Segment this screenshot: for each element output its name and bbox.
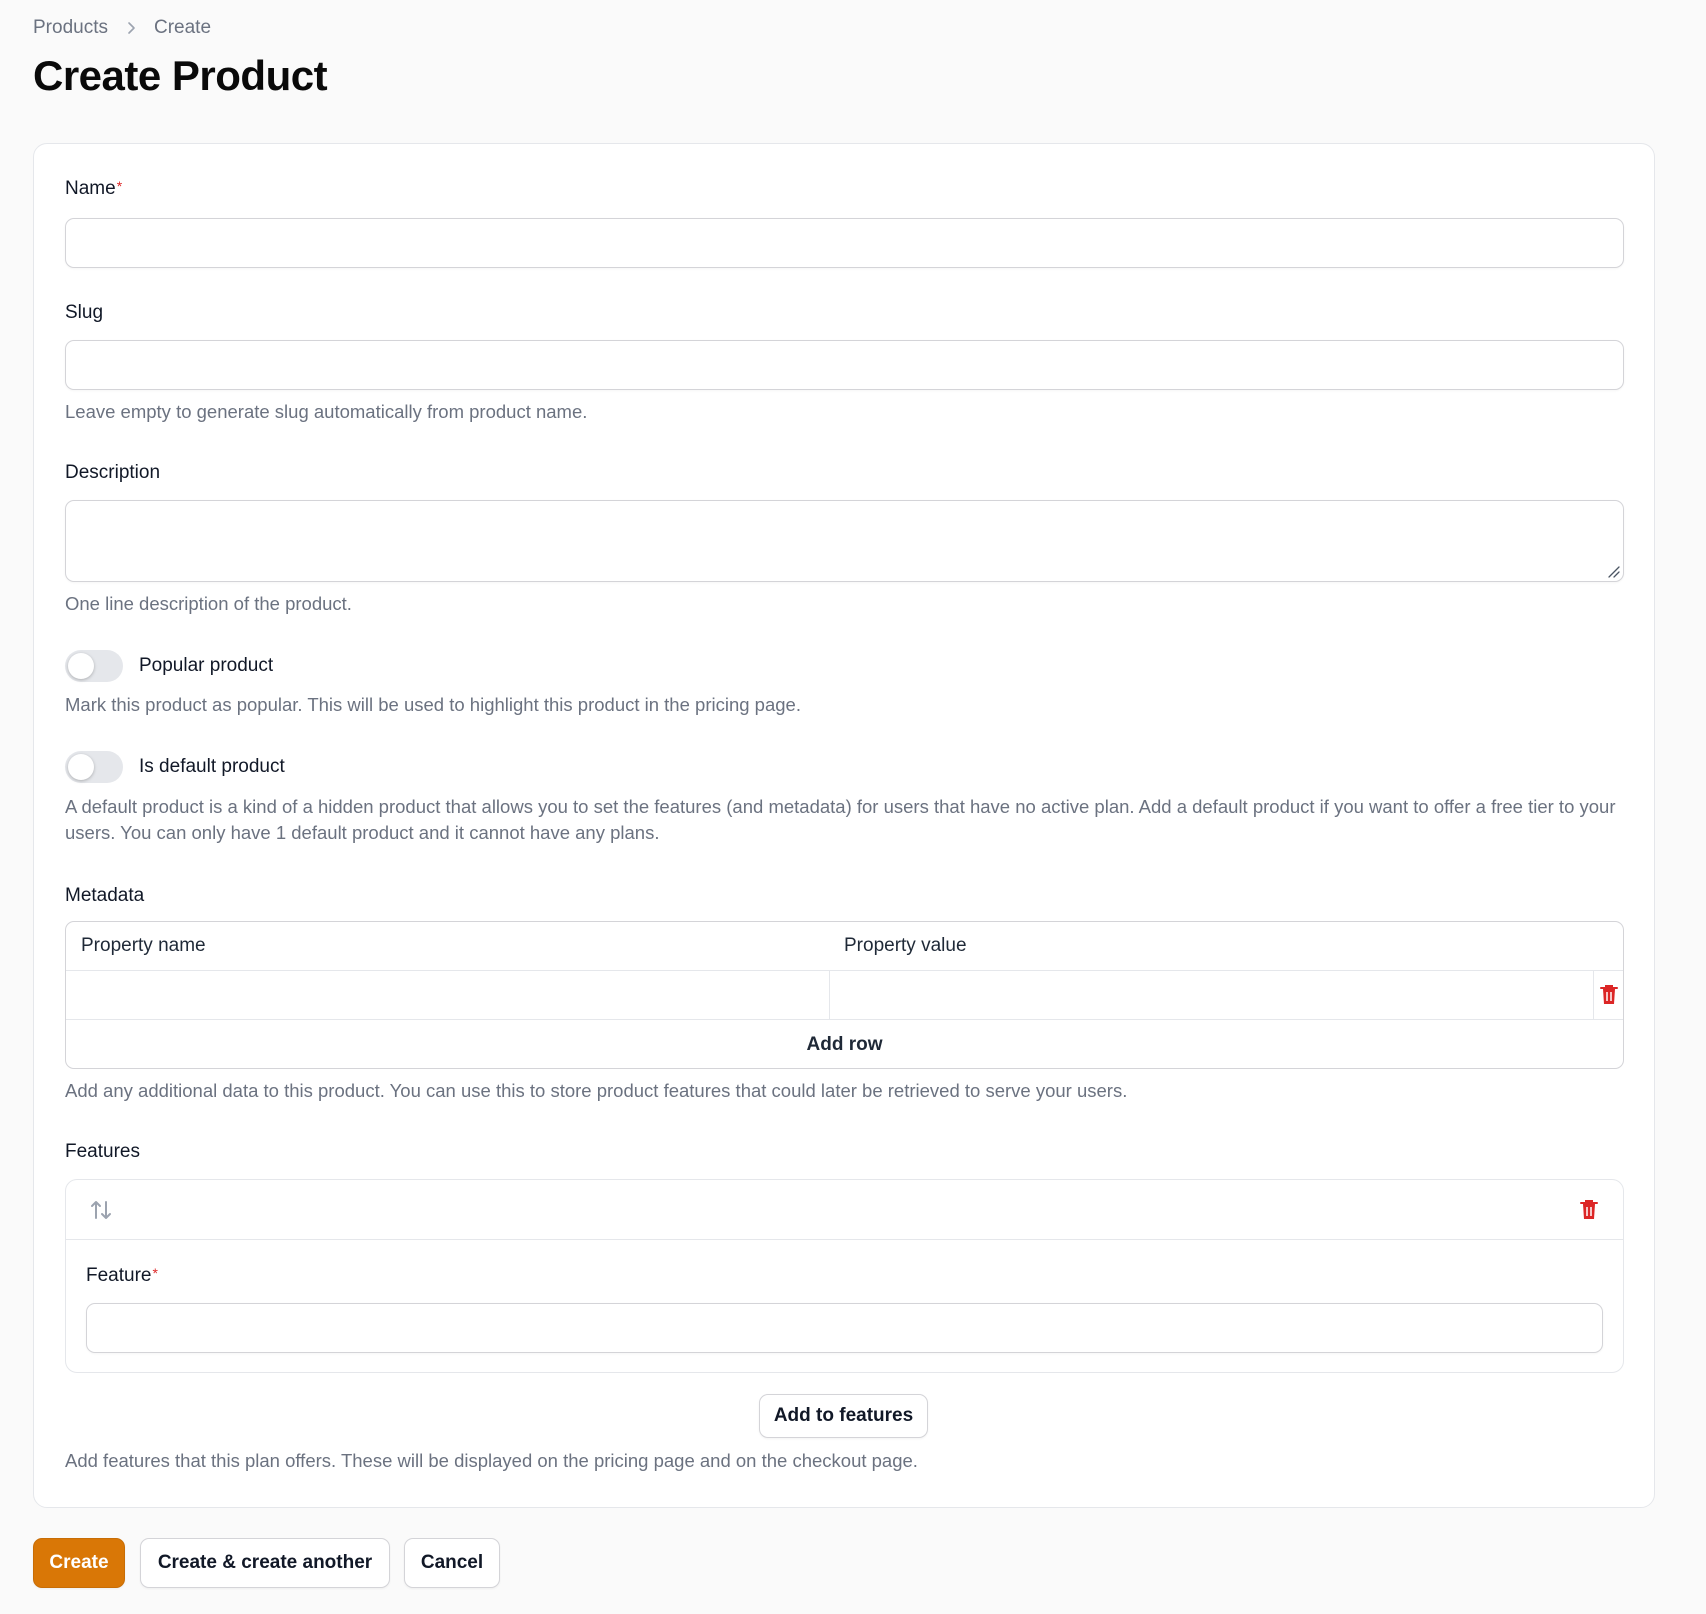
description-textarea[interactable] (65, 500, 1624, 582)
page-title: Create Product (33, 52, 328, 99)
create-and-create-another-button[interactable]: Create & create another (140, 1538, 390, 1588)
features-help-text: Add features that this plan offers. Thes… (65, 1450, 918, 1471)
name-label: Name* (65, 178, 123, 199)
trash-icon[interactable] (1598, 983, 1620, 1007)
property-value-input[interactable] (830, 971, 1593, 1019)
toggle-knob (68, 653, 94, 679)
popular-product-help-text: Mark this product as popular. This will … (65, 694, 801, 715)
slug-input[interactable] (65, 340, 1624, 390)
toggle-knob (68, 754, 94, 780)
cell-divider (1593, 971, 1594, 1020)
default-product-label: Is default product (139, 756, 285, 777)
table-row (66, 971, 1623, 1020)
create-button[interactable]: Create (33, 1538, 125, 1588)
breadcrumb-current: Create (153, 17, 212, 38)
resize-grip-icon[interactable] (1606, 564, 1620, 578)
column-header-property-value: Property value (844, 935, 967, 956)
metadata-label: Metadata (65, 885, 145, 906)
breadcrumb: Products Create (33, 17, 211, 39)
feature-item: Feature* (65, 1179, 1624, 1373)
required-mark: * (152, 1265, 158, 1281)
metadata-key-value-table: Property name Property value Add row (65, 921, 1624, 1069)
popular-product-toggle[interactable] (65, 650, 123, 682)
feature-input[interactable] (86, 1303, 1603, 1353)
column-header-property-name: Property name (81, 935, 206, 956)
chevron-right-icon (124, 21, 138, 35)
features-label: Features (65, 1141, 140, 1162)
table-header: Property name Property value (66, 922, 1623, 971)
description-help-text: One line description of the product. (65, 593, 352, 614)
arrows-up-down-icon[interactable] (88, 1197, 114, 1223)
add-row-button[interactable]: Add row (66, 1020, 1623, 1068)
slug-help-text: Leave empty to generate slug automatical… (65, 401, 588, 422)
breadcrumb-products-link[interactable]: Products (33, 17, 108, 39)
property-name-input[interactable] (66, 971, 829, 1019)
default-product-toggle[interactable] (65, 751, 123, 783)
feature-label: Feature* (86, 1265, 158, 1286)
name-input[interactable] (65, 218, 1624, 268)
feature-item-header (66, 1180, 1623, 1240)
cancel-button[interactable]: Cancel (404, 1538, 500, 1588)
add-to-features-button[interactable]: Add to features (759, 1394, 928, 1438)
trash-icon[interactable] (1578, 1198, 1600, 1222)
popular-product-label: Popular product (139, 655, 274, 676)
metadata-help-text: Add any additional data to this product.… (65, 1080, 1128, 1101)
required-mark: * (116, 178, 123, 194)
slug-label: Slug (65, 302, 104, 323)
default-product-help-text: A default product is a kind of a hidden … (65, 796, 1616, 843)
description-label: Description (65, 462, 161, 483)
